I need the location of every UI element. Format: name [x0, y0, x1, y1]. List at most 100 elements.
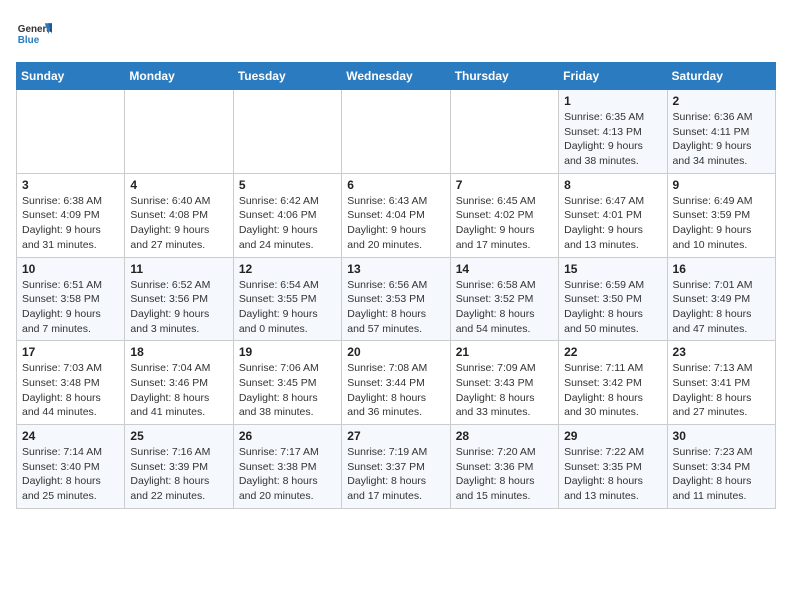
calendar-cell: 14 Sunrise: 6:58 AM Sunset: 3:52 PM Dayli…	[450, 257, 558, 341]
calendar-cell: 6 Sunrise: 6:43 AM Sunset: 4:04 PM Daylig…	[342, 173, 450, 257]
day-number: 15	[564, 262, 661, 276]
calendar-cell	[17, 90, 125, 174]
day-info: Sunrise: 6:56 AM Sunset: 3:53 PM Dayligh…	[347, 278, 444, 337]
day-info: Sunrise: 7:16 AM Sunset: 3:39 PM Dayligh…	[130, 445, 227, 504]
calendar-week-row: 10 Sunrise: 6:51 AM Sunset: 3:58 PM Dayli…	[17, 257, 776, 341]
day-info: Sunrise: 7:22 AM Sunset: 3:35 PM Dayligh…	[564, 445, 661, 504]
calendar-cell: 25 Sunrise: 7:16 AM Sunset: 3:39 PM Dayli…	[125, 425, 233, 509]
calendar-cell: 16 Sunrise: 7:01 AM Sunset: 3:49 PM Dayli…	[667, 257, 775, 341]
day-number: 14	[456, 262, 553, 276]
day-info: Sunrise: 6:51 AM Sunset: 3:58 PM Dayligh…	[22, 278, 119, 337]
day-info: Sunrise: 6:47 AM Sunset: 4:01 PM Dayligh…	[564, 194, 661, 253]
weekday-header: Monday	[125, 63, 233, 90]
calendar-cell: 28Sunrise: 7:20 AM Sunset: 3:36 PM Dayli…	[450, 425, 558, 509]
day-number: 19	[239, 345, 336, 359]
weekday-header: Friday	[559, 63, 667, 90]
day-info: Sunrise: 7:04 AM Sunset: 3:46 PM Dayligh…	[130, 361, 227, 420]
calendar-cell: 21Sunrise: 7:09 AM Sunset: 3:43 PM Dayli…	[450, 341, 558, 425]
weekday-header: Sunday	[17, 63, 125, 90]
day-number: 30	[673, 429, 770, 443]
day-number: 24	[22, 429, 119, 443]
day-info: Sunrise: 6:52 AM Sunset: 3:56 PM Dayligh…	[130, 278, 227, 337]
calendar-cell	[233, 90, 341, 174]
day-info: Sunrise: 7:01 AM Sunset: 3:49 PM Dayligh…	[673, 278, 770, 337]
day-info: Sunrise: 6:58 AM Sunset: 3:52 PM Dayligh…	[456, 278, 553, 337]
page-header: General Blue	[16, 16, 776, 52]
day-info: Sunrise: 6:35 AM Sunset: 4:13 PM Dayligh…	[564, 110, 661, 169]
day-info: Sunrise: 7:19 AM Sunset: 3:37 PM Dayligh…	[347, 445, 444, 504]
calendar-cell: 22 Sunrise: 7:11 AM Sunset: 3:42 PM Dayli…	[559, 341, 667, 425]
day-number: 26	[239, 429, 336, 443]
day-number: 27	[347, 429, 444, 443]
calendar-cell: 26 Sunrise: 7:17 AM Sunset: 3:38 PM Dayli…	[233, 425, 341, 509]
day-info: Sunrise: 7:03 AM Sunset: 3:48 PM Dayligh…	[22, 361, 119, 420]
day-info: Sunrise: 6:40 AM Sunset: 4:08 PM Dayligh…	[130, 194, 227, 253]
day-info: Sunrise: 6:43 AM Sunset: 4:04 PM Dayligh…	[347, 194, 444, 253]
weekday-header: Thursday	[450, 63, 558, 90]
calendar-cell: 11Sunrise: 6:52 AM Sunset: 3:56 PM Dayli…	[125, 257, 233, 341]
day-number: 13	[347, 262, 444, 276]
calendar-cell: 23 Sunrise: 7:13 AM Sunset: 3:41 PM Dayli…	[667, 341, 775, 425]
day-number: 18	[130, 345, 227, 359]
calendar-week-row: 24Sunrise: 7:14 AM Sunset: 3:40 PM Dayli…	[17, 425, 776, 509]
day-info: Sunrise: 7:09 AM Sunset: 3:43 PM Dayligh…	[456, 361, 553, 420]
day-number: 29	[564, 429, 661, 443]
day-info: Sunrise: 6:36 AM Sunset: 4:11 PM Dayligh…	[673, 110, 770, 169]
day-number: 25	[130, 429, 227, 443]
day-info: Sunrise: 6:54 AM Sunset: 3:55 PM Dayligh…	[239, 278, 336, 337]
calendar-cell	[342, 90, 450, 174]
day-info: Sunrise: 6:49 AM Sunset: 3:59 PM Dayligh…	[673, 194, 770, 253]
logo-icon: General Blue	[16, 16, 52, 52]
day-number: 6	[347, 178, 444, 192]
logo: General Blue	[16, 16, 52, 52]
calendar-cell: 4 Sunrise: 6:40 AM Sunset: 4:08 PM Daylig…	[125, 173, 233, 257]
day-number: 5	[239, 178, 336, 192]
day-number: 10	[22, 262, 119, 276]
day-number: 23	[673, 345, 770, 359]
day-info: Sunrise: 6:45 AM Sunset: 4:02 PM Dayligh…	[456, 194, 553, 253]
calendar-cell: 19 Sunrise: 7:06 AM Sunset: 3:45 PM Dayli…	[233, 341, 341, 425]
calendar-cell: 8 Sunrise: 6:47 AM Sunset: 4:01 PM Daylig…	[559, 173, 667, 257]
weekday-header: Saturday	[667, 63, 775, 90]
day-info: Sunrise: 7:13 AM Sunset: 3:41 PM Dayligh…	[673, 361, 770, 420]
calendar-cell: 29 Sunrise: 7:22 AM Sunset: 3:35 PM Dayli…	[559, 425, 667, 509]
calendar-cell: 7 Sunrise: 6:45 AM Sunset: 4:02 PM Daylig…	[450, 173, 558, 257]
day-number: 20	[347, 345, 444, 359]
day-info: Sunrise: 6:42 AM Sunset: 4:06 PM Dayligh…	[239, 194, 336, 253]
calendar-cell: 13 Sunrise: 6:56 AM Sunset: 3:53 PM Dayli…	[342, 257, 450, 341]
day-number: 1	[564, 94, 661, 108]
svg-text:Blue: Blue	[18, 35, 40, 46]
calendar-cell: 3Sunrise: 6:38 AM Sunset: 4:09 PM Daylig…	[17, 173, 125, 257]
day-number: 22	[564, 345, 661, 359]
day-info: Sunrise: 7:11 AM Sunset: 3:42 PM Dayligh…	[564, 361, 661, 420]
day-info: Sunrise: 7:20 AM Sunset: 3:36 PM Dayligh…	[456, 445, 553, 504]
calendar-cell: 5 Sunrise: 6:42 AM Sunset: 4:06 PM Daylig…	[233, 173, 341, 257]
calendar-cell: 10 Sunrise: 6:51 AM Sunset: 3:58 PM Dayli…	[17, 257, 125, 341]
calendar-week-row: 3Sunrise: 6:38 AM Sunset: 4:09 PM Daylig…	[17, 173, 776, 257]
calendar-cell: 24Sunrise: 7:14 AM Sunset: 3:40 PM Dayli…	[17, 425, 125, 509]
calendar-cell: 27 Sunrise: 7:19 AM Sunset: 3:37 PM Dayli…	[342, 425, 450, 509]
day-info: Sunrise: 6:38 AM Sunset: 4:09 PM Dayligh…	[22, 194, 119, 253]
calendar-week-row: 1 Sunrise: 6:35 AM Sunset: 4:13 PM Daylig…	[17, 90, 776, 174]
day-info: Sunrise: 7:17 AM Sunset: 3:38 PM Dayligh…	[239, 445, 336, 504]
weekday-header: Wednesday	[342, 63, 450, 90]
calendar-cell: 9Sunrise: 6:49 AM Sunset: 3:59 PM Daylig…	[667, 173, 775, 257]
calendar-cell	[450, 90, 558, 174]
day-number: 17	[22, 345, 119, 359]
calendar-cell: 15 Sunrise: 6:59 AM Sunset: 3:50 PM Dayli…	[559, 257, 667, 341]
day-number: 7	[456, 178, 553, 192]
day-number: 4	[130, 178, 227, 192]
calendar-cell: 30 Sunrise: 7:23 AM Sunset: 3:34 PM Dayli…	[667, 425, 775, 509]
day-info: Sunrise: 6:59 AM Sunset: 3:50 PM Dayligh…	[564, 278, 661, 337]
weekday-header: Tuesday	[233, 63, 341, 90]
day-number: 8	[564, 178, 661, 192]
day-number: 2	[673, 94, 770, 108]
day-info: Sunrise: 7:08 AM Sunset: 3:44 PM Dayligh…	[347, 361, 444, 420]
calendar-cell: 17 Sunrise: 7:03 AM Sunset: 3:48 PM Dayli…	[17, 341, 125, 425]
day-info: Sunrise: 7:23 AM Sunset: 3:34 PM Dayligh…	[673, 445, 770, 504]
day-number: 12	[239, 262, 336, 276]
calendar-table: SundayMondayTuesdayWednesdayThursdayFrid…	[16, 62, 776, 509]
day-number: 16	[673, 262, 770, 276]
calendar-header-row: SundayMondayTuesdayWednesdayThursdayFrid…	[17, 63, 776, 90]
day-info: Sunrise: 7:06 AM Sunset: 3:45 PM Dayligh…	[239, 361, 336, 420]
